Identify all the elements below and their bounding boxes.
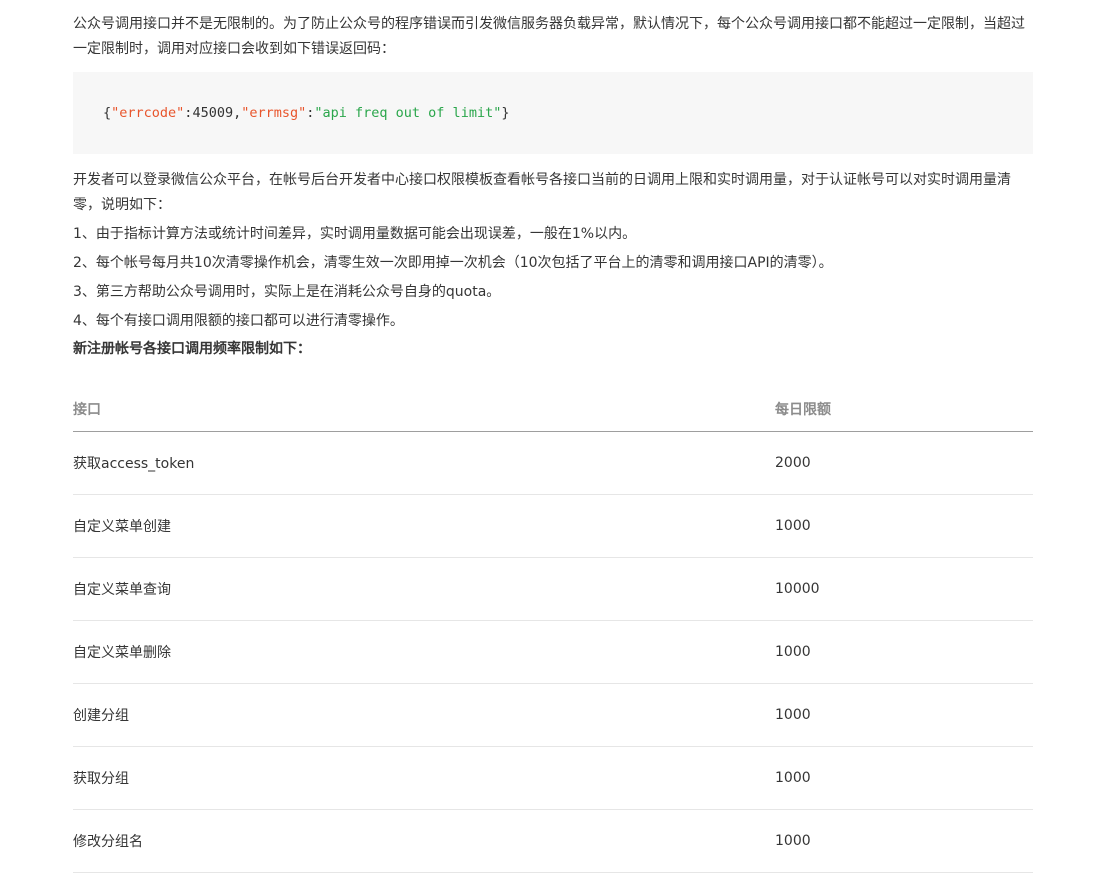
- code-key-errcode: "errcode": [111, 105, 185, 121]
- table-row: 自定义菜单创建 1000: [73, 494, 1033, 558]
- code-key-errmsg: "errmsg": [241, 105, 307, 121]
- cell-limit: 1000: [775, 620, 1033, 684]
- note-item: 4、每个有接口调用限额的接口都可以进行清零操作。: [73, 313, 404, 329]
- note-item: 1、由于指标计算方法或统计时间差异，实时调用量数据可能会出现误差，一般在1%以内…: [73, 226, 637, 242]
- header-interface: 接口: [73, 387, 775, 432]
- cell-interface: 自定义菜单删除: [73, 620, 775, 684]
- cell-interface: 创建分组: [73, 683, 775, 747]
- table-header-row: 接口 每日限额: [73, 387, 1033, 432]
- code-block: {"errcode":45009,"errmsg":"api freq out …: [73, 72, 1033, 154]
- cell-interface: 修改分组名: [73, 809, 775, 873]
- cell-limit: 2000: [775, 431, 1033, 495]
- cell-limit: 1000: [775, 683, 1033, 747]
- note-item: 2、每个帐号每月共10次清零操作机会，清零生效一次即用掉一次机会（10次包括了平…: [73, 255, 833, 271]
- cell-limit: 1000: [775, 809, 1033, 873]
- table-row: 自定义菜单查询 10000: [73, 557, 1033, 621]
- table-row: 自定义菜单删除 1000: [73, 620, 1033, 684]
- code-line: {"errcode":45009,"errmsg":"api freq out …: [103, 102, 509, 124]
- table-row: 获取分组 1000: [73, 746, 1033, 810]
- table-row: 获取access_token 2000: [73, 431, 1033, 495]
- code-brace-open: {: [103, 105, 112, 121]
- cell-interface: 获取access_token: [73, 431, 775, 495]
- table-title: 新注册帐号各接口调用频率限制如下：: [73, 341, 311, 357]
- code-comma: ,: [233, 105, 242, 121]
- code-brace-close: }: [501, 105, 510, 121]
- rate-limit-table: 接口 每日限额 获取access_token 2000 自定义菜单创建 1000…: [73, 387, 1033, 873]
- cell-interface: 自定义菜单查询: [73, 557, 775, 621]
- table-row: 修改分组名 1000: [73, 809, 1033, 873]
- cell-interface: 自定义菜单创建: [73, 494, 775, 558]
- cell-limit: 1000: [775, 746, 1033, 810]
- article-content: 公众号调用接口并不是无限制的。为了防止公众号的程序错误而引发微信服务器负载异常，…: [73, 0, 1033, 873]
- explain-paragraph: 开发者可以登录微信公众平台，在帐号后台开发者中心接口权限模板查看帐号各接口当前的…: [73, 172, 1011, 213]
- cell-limit: 10000: [775, 557, 1033, 621]
- table-row: 创建分组 1000: [73, 683, 1033, 747]
- intro-paragraph: 公众号调用接口并不是无限制的。为了防止公众号的程序错误而引发微信服务器负载异常，…: [73, 16, 1025, 57]
- code-value-errcode: 45009: [192, 105, 234, 121]
- cell-limit: 1000: [775, 494, 1033, 558]
- code-value-errmsg: "api freq out of limit": [314, 105, 502, 121]
- header-daily-limit: 每日限额: [775, 387, 1033, 432]
- cell-interface: 获取分组: [73, 746, 775, 810]
- note-item: 3、第三方帮助公众号调用时，实际上是在消耗公众号自身的quota。: [73, 284, 501, 300]
